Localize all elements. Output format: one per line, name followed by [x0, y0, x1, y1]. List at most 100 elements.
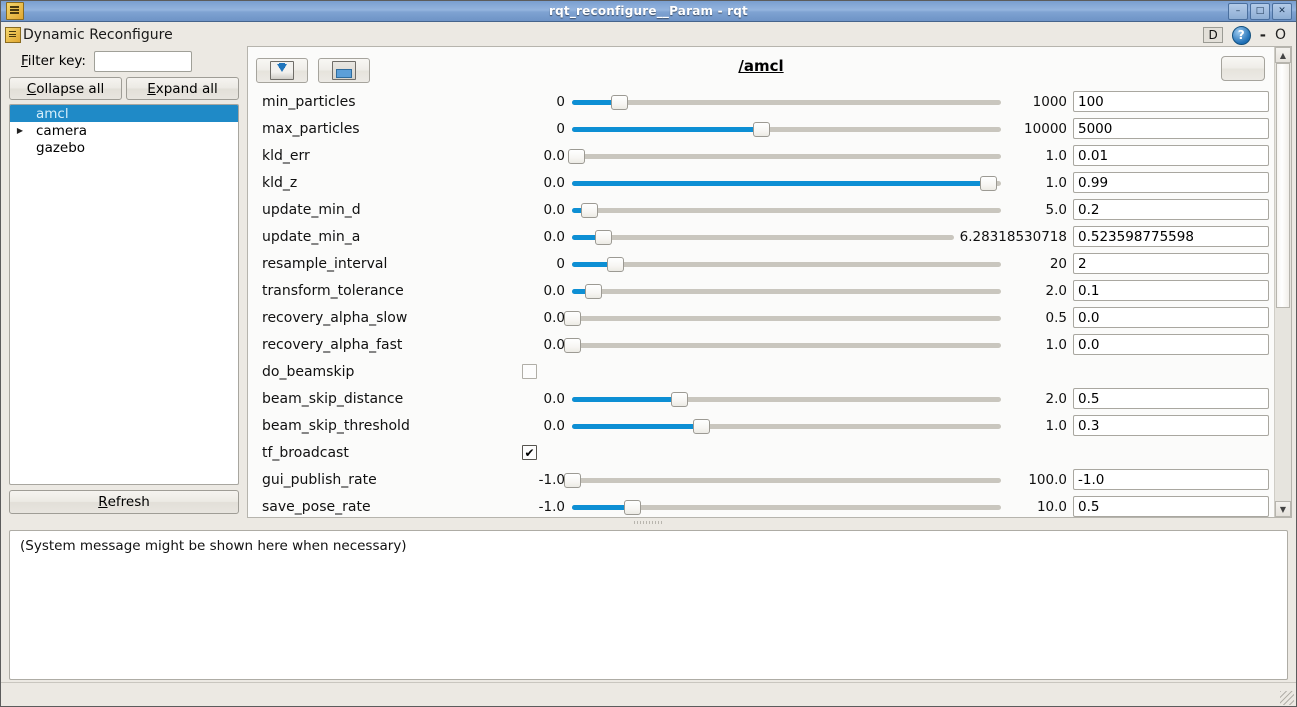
- slider-track[interactable]: [572, 342, 1001, 348]
- slider-handle[interactable]: [564, 337, 581, 353]
- refresh-button[interactable]: Refresh: [9, 490, 239, 514]
- slider-track[interactable]: [572, 99, 1001, 105]
- param-name-label: min_particles: [262, 93, 356, 110]
- slider-handle[interactable]: [564, 472, 581, 488]
- slider-track[interactable]: [572, 288, 1001, 294]
- plugin-icon: [5, 27, 21, 43]
- tree-item-gazebo[interactable]: gazebo: [10, 139, 238, 156]
- param-slider[interactable]: [572, 201, 1001, 219]
- param-row: tf_broadcast ✔: [248, 439, 1274, 466]
- param-slider[interactable]: [564, 471, 1001, 489]
- node-tree[interactable]: amcl ▶ camera gazebo: [9, 104, 239, 485]
- slider-track[interactable]: [572, 477, 1001, 483]
- param-slider[interactable]: [572, 228, 954, 246]
- slider-handle[interactable]: [692, 418, 710, 434]
- splitter-handle[interactable]: [5, 518, 1292, 526]
- slider-handle[interactable]: [594, 229, 612, 245]
- slider-handle[interactable]: [624, 499, 642, 515]
- slider-track[interactable]: [572, 207, 1001, 213]
- scroll-down-arrow-icon[interactable]: ▼: [1275, 501, 1291, 517]
- param-checkbox[interactable]: ✔: [522, 445, 537, 460]
- window-close-button[interactable]: ✕: [1272, 2, 1292, 20]
- param-slider[interactable]: [572, 255, 1001, 273]
- resize-grip-icon[interactable]: [1280, 691, 1294, 705]
- param-value-input[interactable]: [1073, 118, 1269, 139]
- slider-handle[interactable]: [585, 283, 603, 299]
- param-name-label: save_pose_rate: [262, 498, 371, 515]
- param-checkbox-cell: [522, 364, 572, 379]
- param-max-label: 5.0: [1045, 201, 1067, 218]
- param-name-label: recovery_alpha_slow: [262, 309, 408, 326]
- param-row: gui_publish_rate -1.0 100.0: [248, 466, 1274, 493]
- param-value-input[interactable]: [1073, 145, 1269, 166]
- slider-track[interactable]: [572, 234, 954, 240]
- plugin-title: Dynamic Reconfigure: [23, 27, 173, 43]
- slider-track[interactable]: [572, 315, 1001, 321]
- expand-all-button[interactable]: Expand all: [126, 77, 239, 100]
- slider-handle[interactable]: [581, 202, 599, 218]
- param-value-input[interactable]: [1073, 334, 1269, 355]
- slider-handle[interactable]: [606, 256, 624, 272]
- param-value-input[interactable]: [1073, 199, 1269, 220]
- param-min-label: -1.0: [538, 498, 565, 515]
- panel-corner-button[interactable]: [1221, 56, 1265, 81]
- param-slider[interactable]: [572, 417, 1001, 435]
- parameter-scroll-area: /amcl min_particles 0 1000 max_particles 0 10…: [248, 47, 1291, 517]
- param-value-input[interactable]: [1073, 388, 1269, 409]
- collapse-all-mnemonic: C: [26, 80, 37, 97]
- param-slider[interactable]: [572, 93, 1001, 111]
- param-slider[interactable]: [564, 336, 1001, 354]
- scroll-up-arrow-icon[interactable]: ▲: [1275, 47, 1291, 63]
- help-icon[interactable]: ?: [1231, 25, 1251, 45]
- param-value-input[interactable]: [1073, 226, 1269, 247]
- param-slider[interactable]: [572, 174, 1001, 192]
- save-config-button[interactable]: [318, 57, 370, 83]
- refresh-row: Refresh: [9, 490, 239, 514]
- scrollbar-thumb[interactable]: [1276, 63, 1290, 309]
- collapse-all-button[interactable]: Collapse all: [9, 77, 122, 100]
- param-slider[interactable]: [568, 147, 1001, 165]
- plugin-minimize-button[interactable]: -: [1260, 28, 1266, 43]
- param-value-input[interactable]: [1073, 469, 1269, 490]
- param-min-label: 0.0: [543, 282, 565, 299]
- load-config-button[interactable]: [256, 57, 308, 83]
- param-max-label: 1.0: [1045, 147, 1067, 164]
- param-max-label: 2.0: [1045, 390, 1067, 407]
- param-value-input[interactable]: [1073, 307, 1269, 328]
- param-slider[interactable]: [564, 309, 1001, 327]
- filter-key-input[interactable]: [93, 50, 192, 72]
- param-value-input[interactable]: [1073, 172, 1269, 193]
- param-value-input[interactable]: [1073, 253, 1269, 274]
- param-row: min_particles 0 1000: [248, 88, 1274, 115]
- param-slider[interactable]: [572, 120, 1001, 138]
- tree-item-camera[interactable]: ▶ camera: [10, 122, 238, 139]
- scrollbar-track[interactable]: [1275, 63, 1291, 501]
- slider-handle[interactable]: [564, 310, 581, 326]
- slider-handle[interactable]: [752, 121, 770, 137]
- param-max-label: 1000: [1032, 93, 1067, 110]
- param-value-input[interactable]: [1073, 280, 1269, 301]
- dock-button[interactable]: D: [1203, 27, 1223, 43]
- tree-item-amcl[interactable]: amcl: [10, 105, 238, 122]
- slider-track[interactable]: [572, 261, 1001, 267]
- slider-handle[interactable]: [980, 175, 998, 191]
- param-value-input[interactable]: [1073, 91, 1269, 112]
- param-slider[interactable]: [572, 498, 1001, 516]
- window-maximize-button[interactable]: □: [1250, 2, 1270, 20]
- slider-handle[interactable]: [568, 148, 586, 164]
- slider-handle[interactable]: [671, 391, 689, 407]
- param-slider[interactable]: [572, 282, 1001, 300]
- param-value-input[interactable]: [1073, 496, 1269, 517]
- param-checkbox[interactable]: [522, 364, 537, 379]
- window-minimize-button[interactable]: –: [1228, 2, 1248, 20]
- tree-expand-arrow-icon[interactable]: ▶: [12, 126, 28, 135]
- node-selector-panel: Filter key: Collapse all Expand all amcl…: [5, 46, 243, 518]
- parameter-vertical-scrollbar[interactable]: ▲ ▼: [1274, 47, 1291, 517]
- parameter-toolbar: /amcl: [248, 47, 1274, 88]
- slider-track[interactable]: [572, 153, 1001, 159]
- param-name-label: update_min_d: [262, 201, 361, 218]
- slider-handle[interactable]: [611, 94, 629, 110]
- param-slider[interactable]: [572, 390, 1001, 408]
- plugin-close-button[interactable]: O: [1275, 28, 1286, 42]
- param-value-input[interactable]: [1073, 415, 1269, 436]
